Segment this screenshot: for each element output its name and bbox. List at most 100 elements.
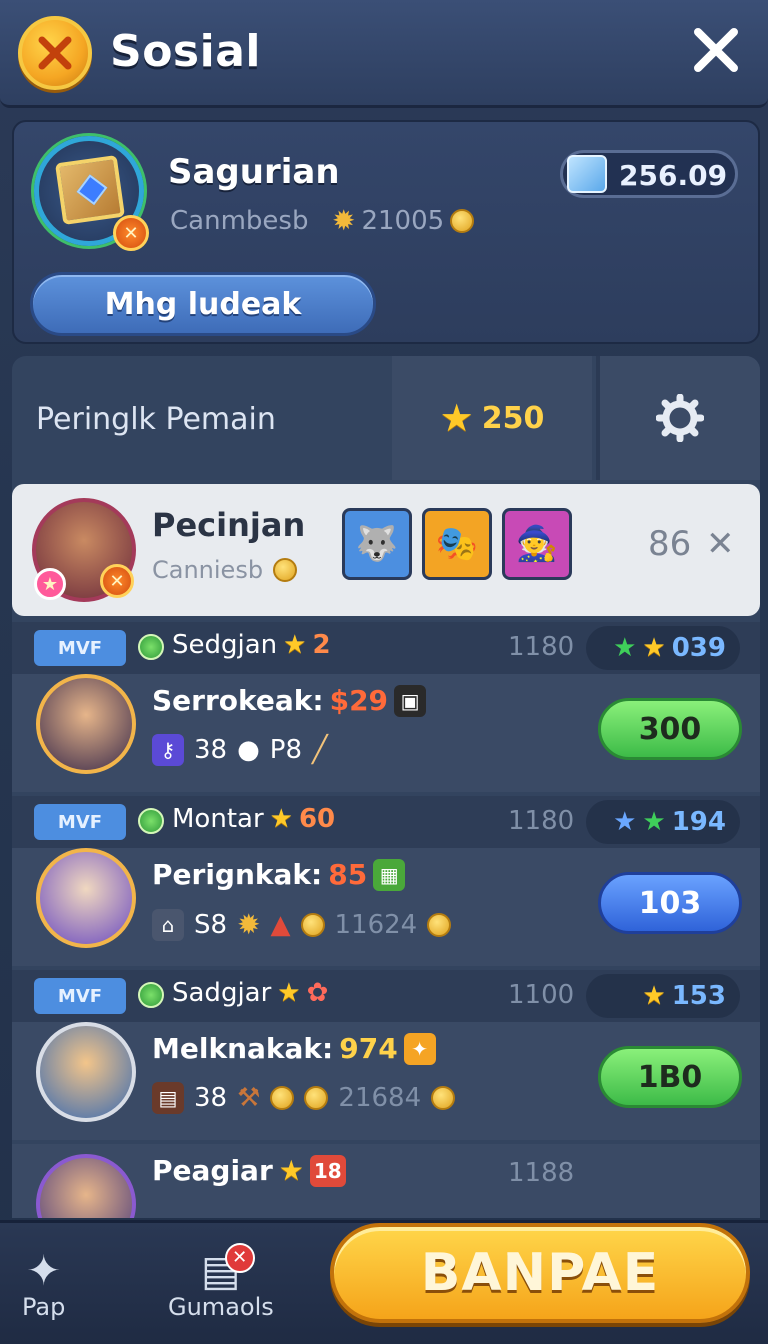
entry-body: Perignkak: 85 ▦ ⌂ S8 ✹ ▲ 11624 103 — [12, 848, 760, 966]
chest-icon: ▤ — [152, 1082, 184, 1114]
entry-rank-value: 60 — [298, 804, 336, 834]
sun-icon: ✹ — [237, 908, 261, 941]
clipboard-icon: ▤ ✕ — [201, 1243, 255, 1293]
dismiss-icon[interactable]: ✕ — [706, 524, 735, 564]
leaf-icon — [138, 634, 164, 660]
entry-pill-value: 153 — [671, 981, 726, 1011]
entry-stat-1: 38 — [194, 735, 228, 765]
pet-cat-icon[interactable]: 🐺 — [342, 508, 412, 580]
gem-balance-value: 256.09 — [619, 159, 728, 192]
entry-title: Peagiar ★ 18 — [152, 1154, 346, 1187]
profile-avatar[interactable]: ✕ — [34, 136, 149, 251]
entry-action-button[interactable]: 300 — [598, 698, 742, 760]
star-icon: ★ — [278, 1154, 304, 1187]
entry-points: 1180 — [508, 806, 575, 836]
entry-title: Melknakak: 974 ✦ — [152, 1032, 436, 1065]
star-icon: ★ — [642, 633, 666, 663]
leaderboard-entry: MVF Sadgjar ★ ✿ 1100 ★ 153 Melknakak: 97… — [12, 970, 760, 1140]
star-icon: ★ — [642, 981, 666, 1011]
coin-icon — [427, 912, 452, 937]
chest-icon — [54, 154, 126, 226]
coin-icon — [300, 912, 325, 937]
leaderboard-entry: MVF Montar ★ 60 1180 ★ ★ 194 Perignkak: … — [12, 796, 760, 966]
entry-body: Melknakak: 974 ✦ ▤ 38 ⚒ 21684 1B0 — [12, 1022, 760, 1140]
player-avatar[interactable] — [36, 1154, 136, 1218]
entry-title: Perignkak: 85 ▦ — [152, 858, 406, 891]
close-button[interactable] — [690, 24, 742, 76]
bomb-icon: ● — [237, 735, 260, 765]
mvp-badge: MVF — [34, 804, 126, 840]
header-bar: Sosial — [0, 0, 768, 108]
my-avatar: ★ ✕ — [32, 498, 136, 602]
flower-icon: ✿ — [306, 978, 329, 1008]
entry-rank: Sadgjar ★ ✿ — [172, 978, 328, 1008]
entry-points: 1188 — [508, 1158, 575, 1188]
entry-stat-1: S8 — [194, 909, 228, 940]
gift-icon: ▦ — [373, 858, 406, 891]
entry-amount: 18 — [309, 1154, 346, 1187]
pet-scarecrow-icon[interactable]: 🧙 — [502, 508, 572, 580]
entry-stats: ⚷ 38 ● P8 ╱ — [152, 734, 328, 766]
green-star-icon: ★ — [642, 807, 666, 837]
leaf-icon — [138, 808, 164, 834]
entry-title-label: Serrokeak: — [152, 684, 324, 717]
entry-rank-label: Sadgjar — [172, 978, 272, 1008]
gem-balance[interactable]: 256.09 — [560, 150, 738, 198]
main-cta-button[interactable]: BANPAE — [330, 1223, 750, 1323]
entry-amount: $29 — [329, 684, 389, 717]
leaderboard-title: Peringlk Pemain — [36, 402, 276, 437]
player-avatar[interactable] — [36, 674, 136, 774]
potion-icon: ▲ — [270, 909, 291, 940]
entry-rank: Montar ★ 60 — [172, 804, 335, 834]
entry-action-button[interactable]: 1B0 — [598, 1046, 742, 1108]
star-icon: ★ — [283, 630, 307, 660]
social-logo-icon — [18, 16, 92, 90]
profile-coins-value: 21005 — [361, 205, 445, 236]
leaderboard-score-value: 250 — [481, 400, 545, 436]
entry-body: Serrokeak: $29 ▣ ⚷ 38 ● P8 ╱ 300 — [12, 674, 760, 792]
house-icon: ⌂ — [152, 908, 184, 941]
entry-action-button[interactable]: 103 — [598, 872, 742, 934]
pink-star-badge-icon: ★ — [34, 568, 66, 600]
entry-stat-1: 38 — [194, 1083, 228, 1113]
entry-star-pill: ★ 153 — [586, 974, 740, 1018]
star-icon: ★ — [277, 978, 301, 1008]
entry-stat-2: 21684 — [338, 1083, 422, 1113]
primary-action-button[interactable]: Mhg ludeak — [30, 272, 376, 336]
entry-body: Peagiar ★ 18 1188 — [12, 1144, 760, 1218]
entry-rank-label: Montar — [172, 804, 264, 834]
entry-rank-value: 2 — [312, 630, 331, 660]
entry-rank: Sedgjan ★ 2 — [172, 630, 331, 660]
my-count: 86 — [648, 524, 692, 564]
leaderboard-entry-partial: Peagiar ★ 18 1188 — [12, 1144, 760, 1218]
sun-icon: ✹ — [332, 204, 356, 237]
nav-mail-label: Gumaols — [168, 1293, 274, 1321]
entry-amount: 974 — [339, 1032, 398, 1065]
entry-stats: ▤ 38 ⚒ 21684 — [152, 1082, 456, 1114]
my-leaderboard-row[interactable]: ★ ✕ Pecinjan Canniesb 🐺 🎭 🧙 86 ✕ — [12, 484, 760, 616]
my-name: Pecinjan — [152, 506, 306, 544]
leaderboard-panel: Peringlk Pemain ★ 250 ★ ✕ Pecinjan Canni… — [12, 356, 760, 1218]
player-avatar[interactable] — [36, 848, 136, 948]
profile-card: ✕ Sagurian Canmbesb ✹ 21005 256.09 Mhg l… — [12, 120, 760, 344]
player-avatar[interactable] — [36, 1022, 136, 1122]
settings-button[interactable] — [596, 356, 760, 480]
pet-mask-icon[interactable]: 🎭 — [422, 508, 492, 580]
mvp-badge: MVF — [34, 630, 126, 666]
ticket-icon: ✦ — [403, 1032, 436, 1065]
nav-map-label: Pap — [22, 1293, 66, 1321]
entry-title-label: Melknakak: — [152, 1032, 334, 1065]
nav-map[interactable]: ✦ Pap — [22, 1249, 66, 1322]
entry-header: MVF Montar ★ 60 1180 ★ ★ 194 — [12, 796, 760, 848]
entry-pill-value: 039 — [671, 633, 726, 663]
entry-points: 1100 — [508, 980, 575, 1010]
nav-mail[interactable]: ▤ ✕ Gumaols — [168, 1243, 274, 1321]
bottom-nav: ✦ Pap ▤ ✕ Gumaols BANPAE — [0, 1220, 768, 1344]
profile-subtitle: Canmbesb — [170, 206, 309, 236]
entry-amount: 85 — [328, 858, 368, 891]
pet-list: 🐺 🎭 🧙 — [342, 508, 572, 580]
wand-icon: ╱ — [312, 735, 328, 765]
page-title: Sosial — [110, 26, 261, 77]
green-star-icon: ★ — [613, 633, 637, 663]
entry-stat-2: P8 — [269, 735, 303, 765]
